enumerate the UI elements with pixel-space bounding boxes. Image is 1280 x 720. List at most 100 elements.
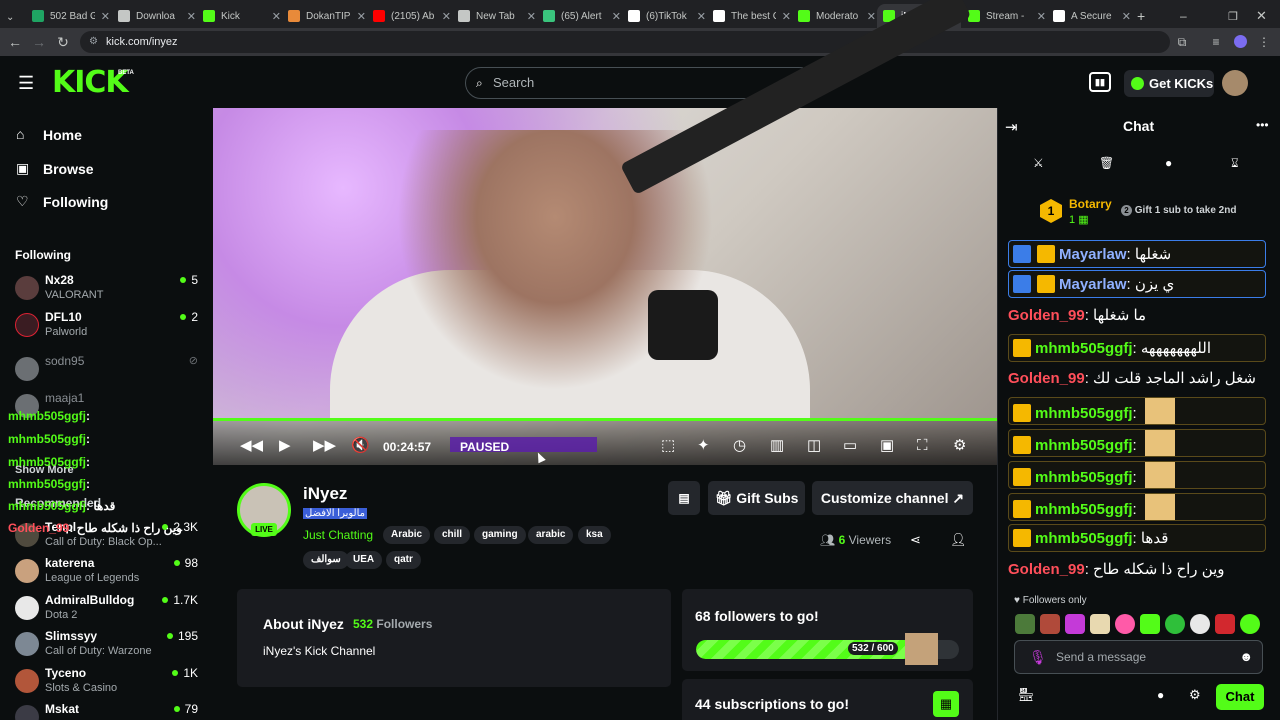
streamer-name[interactable]: iNyez [303, 484, 347, 504]
chat-bubble-icon[interactable]: ● [1157, 688, 1164, 702]
chat-username[interactable]: mhmb505ggfj [1035, 340, 1133, 357]
microphone-icon[interactable]: 🎙︎ [1029, 641, 1047, 673]
stream-tag[interactable]: Arabic [383, 526, 431, 544]
tab-close-icon[interactable]: ✕ [867, 10, 876, 23]
tab-close-icon[interactable]: ✕ [187, 10, 196, 23]
rewind-icon[interactable]: ◀◀ [240, 437, 263, 455]
stream-tag[interactable]: ksa [578, 526, 611, 544]
sidebar-channel-mskat[interactable]: Mskat 79 [15, 702, 205, 720]
tab-close-icon[interactable]: ✕ [442, 10, 451, 23]
settings-gear-icon[interactable]: ⚙ [953, 437, 966, 455]
tab-close-icon[interactable]: ✕ [101, 10, 110, 23]
stream-category[interactable]: Just Chatting [303, 528, 373, 542]
theater-icon[interactable]: ▭ [843, 437, 857, 455]
collapse-chat-icon[interactable]: ⇥ [1005, 118, 1018, 136]
tab-close-icon[interactable]: ✕ [1122, 10, 1131, 23]
window-close-icon[interactable]: ✕ [1256, 4, 1267, 28]
trash-icon[interactable]: 🗑︎ [1099, 156, 1114, 170]
chat-username[interactable]: mhmb505ggfj [1035, 501, 1133, 518]
sparkle-icon[interactable]: ✦ [697, 437, 710, 455]
forward-arrow-icon[interactable]: → [31, 34, 47, 50]
stream-tag[interactable]: arabic [528, 526, 574, 544]
speed-icon[interactable]: ◷ [733, 437, 746, 455]
maximize-icon[interactable]: ❐ [1228, 4, 1238, 28]
emote[interactable] [1140, 614, 1160, 634]
pip-icon[interactable]: ◫ [807, 437, 821, 455]
tab-search-icon[interactable]: ⌄ [6, 5, 22, 29]
new-tab-plus-icon[interactable]: + [1137, 4, 1145, 28]
sidebar-channel-tyceno[interactable]: Tyceno Slots & Casino 1K [15, 666, 205, 700]
cinema-icon[interactable]: ▣ [880, 437, 894, 455]
media-control-icon[interactable]: ≡ [1208, 34, 1224, 50]
follow-user-icon[interactable]: 👤︎ [950, 532, 967, 548]
browser-tab[interactable]: (2105) Ab ✕ [367, 4, 451, 28]
chat-username[interactable]: mhmb505ggfj [1035, 530, 1133, 547]
kick-logo[interactable]: KICK [52, 66, 129, 100]
stream-tag[interactable]: gaming [474, 526, 526, 544]
emote[interactable] [1065, 614, 1085, 634]
emote[interactable] [1190, 614, 1210, 634]
stream-tag[interactable]: chill [434, 526, 471, 544]
browser-tab[interactable]: The best C ✕ [707, 4, 791, 28]
slow-mode-hourglass-icon[interactable]: ⌛︎ [1231, 156, 1239, 171]
top-gifter-name[interactable]: Botarry [1069, 197, 1112, 211]
get-kicks-button[interactable]: Get KICKs [1124, 70, 1214, 97]
mute-icon[interactable]: 🔇 [351, 437, 370, 455]
customize-channel-button[interactable]: Customize channel ↗ [812, 481, 973, 515]
browser-tab[interactable]: (6)TikTok ✕ [622, 4, 706, 28]
sidebar-channel-sodn95[interactable]: sodn95 ⊘ [15, 354, 205, 388]
browser-menu-icon[interactable]: ⋮ [1256, 34, 1272, 50]
browser-tab[interactable]: Kick ✕ [197, 4, 281, 28]
browser-tab[interactable]: (65) Alert ✕ [537, 4, 621, 28]
tab-close-icon[interactable]: ✕ [612, 10, 621, 23]
sidebar-channel-katerena[interactable]: katerena League of Legends 98 [15, 556, 205, 590]
fullscreen-icon[interactable]: ⛶ [917, 437, 928, 455]
sidebar-channel-slimssyy[interactable]: Slimssyy Call of Duty: Warzone 195 [15, 629, 205, 663]
kick-drops-icon[interactable]: ▮▮ [1089, 72, 1111, 92]
gift-icon[interactable]: ▦ [933, 691, 959, 717]
extensions-icon[interactable]: ⧉ [1174, 34, 1190, 50]
sidebar-item-home[interactable]: Home [43, 127, 82, 143]
browser-tab[interactable]: Stream - ✕ [962, 4, 1046, 28]
chat-username[interactable]: mhmb505ggfj [1035, 437, 1133, 454]
tab-close-icon[interactable]: ✕ [527, 10, 536, 23]
chat-settings-gear-icon[interactable]: ⚙ [1189, 687, 1201, 703]
tab-close-icon[interactable]: ✕ [1037, 10, 1046, 23]
browser-tab[interactable]: Downloa ✕ [112, 4, 196, 28]
profile-avatar[interactable] [1234, 35, 1247, 48]
browser-tab[interactable]: Moderato ✕ [792, 4, 876, 28]
user-avatar[interactable] [1222, 70, 1248, 96]
site-info-icon[interactable]: ⚙ [89, 31, 98, 53]
chat-username[interactable]: Mayarlaw [1059, 276, 1127, 293]
emote[interactable] [1115, 614, 1135, 634]
back-arrow-icon[interactable]: ← [7, 34, 23, 50]
send-chat-button[interactable]: Chat [1216, 684, 1264, 710]
emote[interactable] [1015, 614, 1035, 634]
sidebar-channel-dfl10[interactable]: DFL10 Palworld 2 [15, 310, 205, 344]
clip-icon[interactable]: ⬚ [661, 437, 675, 455]
chat-username[interactable]: Golden_99 [1008, 370, 1085, 387]
stream-tag[interactable]: qatr [386, 551, 421, 569]
tab-close-icon[interactable]: ✕ [272, 10, 281, 23]
sidebar-channel-nx28[interactable]: Nx28 VALORANT 5 [15, 273, 205, 307]
browser-tab[interactable]: A Secure ✕ [1047, 4, 1131, 28]
emote[interactable] [1215, 614, 1235, 634]
hamburger-menu-icon[interactable]: ☰ [18, 73, 34, 94]
chat-message-input[interactable]: 🎙︎ Send a message ☻ [1014, 640, 1263, 674]
gift-subs-button[interactable]: 🎁︎ Gift Subs [708, 481, 805, 515]
share-icon[interactable]: ⋖ [910, 532, 921, 548]
chat-username[interactable]: Mayarlaw [1059, 246, 1127, 263]
emoji-picker-icon[interactable]: ☻ [1239, 641, 1253, 673]
minimize-icon[interactable]: – [1180, 4, 1187, 28]
chat-menu-icon[interactable]: ••• [1256, 118, 1269, 132]
stream-tag[interactable]: UEA [345, 551, 383, 569]
fast-forward-icon[interactable]: ▶▶ [313, 437, 336, 455]
chat-username[interactable]: mhmb505ggfj [1035, 469, 1133, 486]
chat-username[interactable]: Golden_99 [1008, 307, 1085, 324]
emote[interactable] [1165, 614, 1185, 634]
sidebar-item-browse[interactable]: Browse [43, 161, 94, 177]
browser-tab[interactable]: 502 Bad G ✕ [26, 4, 110, 28]
tab-close-icon[interactable]: ✕ [697, 10, 706, 23]
stream-tag[interactable]: سوالف [303, 551, 349, 569]
chat-username[interactable]: Golden_99 [1008, 561, 1085, 578]
